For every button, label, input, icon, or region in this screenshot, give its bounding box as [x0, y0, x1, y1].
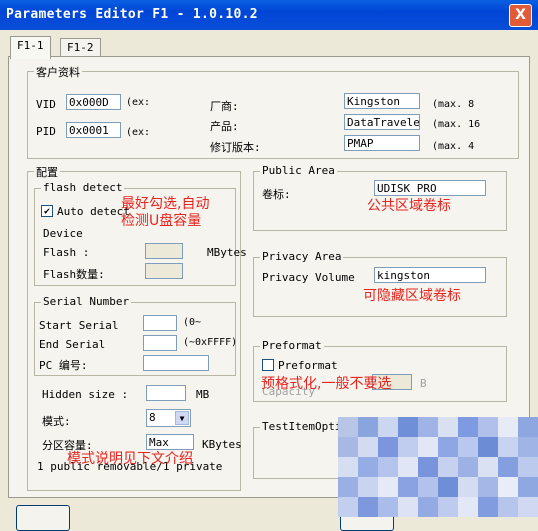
- volume-input[interactable]: UDISK PRO: [374, 180, 486, 196]
- mosaic-watermark: [338, 412, 538, 517]
- product-hint: (max. 16: [432, 119, 481, 130]
- pid-hint: (ex:: [126, 127, 151, 138]
- revision-label: 修订版本:: [210, 141, 261, 154]
- privacy-volume-input[interactable]: kingston: [374, 267, 486, 283]
- window-title: Parameters Editor F1 - 1.0.10.2: [6, 7, 258, 22]
- vendor-hint: (max. 8: [432, 99, 475, 110]
- auto-detect-checkbox[interactable]: ✔: [41, 205, 53, 217]
- flash-size-input[interactable]: [145, 243, 183, 259]
- mode-label: 模式:: [42, 415, 71, 428]
- hidden-size-label: Hidden size :: [42, 388, 129, 401]
- close-button[interactable]: X: [509, 4, 532, 27]
- vendor-label: 厂商:: [210, 100, 239, 113]
- flash-detect-legend: flash detect: [41, 181, 125, 194]
- mode-value: 8: [149, 411, 156, 424]
- flash-label: Flash :: [43, 246, 90, 259]
- vid-hint: (ex:: [126, 97, 151, 108]
- annotation-public-volume: 公共区域卷标: [367, 198, 451, 214]
- public-area-legend: Public Area: [260, 164, 337, 177]
- chevron-down-icon[interactable]: ▼: [175, 411, 189, 425]
- preformat-legend: Preformat: [260, 339, 324, 352]
- start-serial-hint: (0~: [183, 317, 202, 328]
- vid-label: VID: [36, 98, 56, 111]
- title-bar: Parameters Editor F1 - 1.0.10.2 X: [0, 0, 538, 30]
- vendor-input[interactable]: Kingston: [344, 93, 420, 109]
- privacy-volume-label: Privacy Volume: [262, 271, 355, 284]
- mode-select[interactable]: 8 ▼: [146, 409, 191, 427]
- start-serial-label: Start Serial: [39, 319, 119, 332]
- privacy-area-legend: Privacy Area: [260, 250, 344, 263]
- device-label: Device: [43, 227, 83, 240]
- annotation-preformat: 预格式化,一般不要选: [261, 376, 392, 392]
- serial-number-legend: Serial Number: [41, 295, 132, 308]
- config-legend: 配置: [34, 164, 60, 180]
- revision-hint: (max. 4: [432, 141, 475, 152]
- vid-input[interactable]: 0x000D: [66, 94, 121, 110]
- preformat-checkbox[interactable]: [262, 359, 274, 371]
- pc-number-label: PC 编号:: [39, 359, 88, 372]
- capacity-unit: B: [420, 377, 427, 390]
- start-serial-input[interactable]: [143, 315, 177, 331]
- annotation-capacity: 检测U盘容量: [121, 213, 202, 229]
- pid-label: PID: [36, 125, 56, 138]
- pid-input[interactable]: 0x0001: [66, 122, 121, 138]
- annotation-privacy-volume: 可隐藏区域卷标: [363, 288, 461, 304]
- partition-unit: KBytes: [202, 438, 242, 451]
- hidden-size-input[interactable]: [146, 385, 186, 401]
- auto-detect-label: Auto detect: [57, 205, 130, 218]
- volume-label: 卷标:: [262, 188, 291, 201]
- bottom-left-button[interactable]: [16, 505, 70, 531]
- customer-legend: 客户资料: [34, 64, 82, 80]
- end-serial-label: End Serial: [39, 338, 106, 351]
- hidden-size-unit: MB: [196, 388, 210, 401]
- pc-number-input[interactable]: [143, 355, 209, 371]
- flash-count-label: Flash数量:: [43, 268, 105, 281]
- flash-unit: MBytes: [207, 246, 247, 259]
- product-label: 产品:: [210, 120, 239, 133]
- end-serial-input[interactable]: [143, 335, 177, 351]
- customer-group: 客户资料 VID 0x000D (ex: PID 0x0001 (ex: 厂商:…: [27, 64, 519, 159]
- serial-number-group: Serial Number Start Serial (0~ End Seria…: [34, 295, 238, 376]
- flash-count-input[interactable]: [145, 263, 183, 279]
- annotation-mode: 模式说明见下文介绍: [67, 451, 193, 467]
- preformat-checkbox-label: Preformat: [278, 359, 338, 372]
- end-serial-hint: (~0xFFFF): [183, 337, 238, 348]
- revision-input[interactable]: PMAP: [344, 135, 420, 151]
- product-input[interactable]: DataTraveler: [344, 114, 420, 130]
- tab-f1-1[interactable]: F1-1: [10, 36, 51, 59]
